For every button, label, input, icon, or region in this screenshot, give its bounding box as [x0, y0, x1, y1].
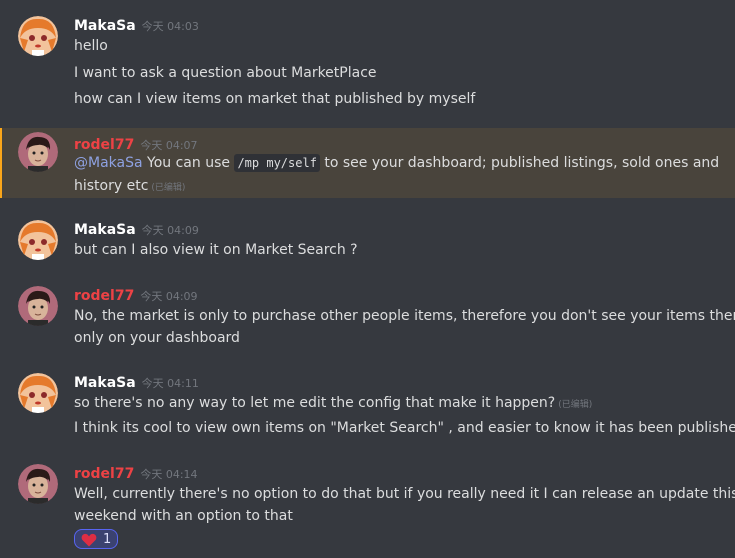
message-group: MakaSa 今天 04:11 so there's no any way to … — [0, 371, 735, 441]
message-text: I want to ask a question about MarketPla… — [74, 65, 377, 81]
message-header: MakaSa 今天 04:11 — [74, 372, 199, 392]
message-group: rodel77 今天 04:14 Well, currently there's … — [0, 462, 735, 554]
message-text: so there's no any way to let me edit the… — [74, 392, 592, 416]
timestamp: 今天 04:07 — [140, 139, 198, 152]
timestamp: 今天 04:09 — [141, 224, 199, 237]
user-mention[interactable]: @MakaSa — [74, 155, 143, 171]
username[interactable]: MakaSa — [74, 375, 136, 391]
message-text: @MakaSa You can use /mp my/self to see y… — [74, 152, 719, 174]
username[interactable]: MakaSa — [74, 222, 136, 238]
text-segment: so there's no any way to let me edit the… — [74, 395, 556, 411]
message-text: only on your dashboard — [74, 330, 240, 346]
timestamp: 今天 04:03 — [141, 20, 199, 33]
avatar-makasa[interactable] — [18, 16, 58, 56]
username[interactable]: MakaSa — [74, 18, 136, 34]
avatar-rodel77[interactable] — [18, 464, 58, 504]
message-text: No, the market is only to purchase other… — [74, 308, 735, 324]
username[interactable]: rodel77 — [74, 288, 134, 304]
edited-tag: (已编辑) — [558, 400, 593, 410]
username[interactable]: rodel77 — [74, 466, 134, 482]
text-segment: You can use — [142, 155, 235, 171]
message-group: rodel77 今天 04:09 No, the market is only t… — [0, 283, 735, 351]
inline-code: /mp my/self — [234, 154, 320, 172]
message-header: rodel77 今天 04:14 — [74, 463, 198, 483]
timestamp: 今天 04:09 — [140, 290, 198, 303]
message-header: rodel77 今天 04:09 — [74, 285, 198, 305]
message-text: I think its cool to view own items on "M… — [74, 420, 735, 436]
message-group-highlighted: rodel77 今天 04:07 @MakaSa You can use /mp … — [0, 128, 735, 198]
message-text: history etc (已编辑) — [74, 175, 185, 199]
message-header: rodel77 今天 04:07 — [74, 134, 198, 154]
message-group: MakaSa 今天 04:09 but can I also view it on… — [0, 218, 735, 266]
message-text: weekend with an option to that — [74, 508, 293, 524]
avatar-rodel77[interactable] — [18, 132, 58, 172]
reaction-button[interactable]: 1 — [74, 529, 118, 549]
avatar-rodel77[interactable] — [18, 286, 58, 326]
message-text: Well, currently there's no option to do … — [74, 486, 735, 502]
heart-icon — [81, 532, 97, 547]
avatar-makasa[interactable] — [18, 220, 58, 260]
reaction-count: 1 — [103, 531, 112, 547]
message-header: MakaSa 今天 04:09 — [74, 219, 199, 239]
timestamp: 今天 04:14 — [140, 468, 198, 481]
message-text: how can I view items on market that publ… — [74, 91, 476, 107]
message-group: MakaSa 今天 04:03 hello I want to ask a que… — [0, 12, 735, 112]
message-header: MakaSa 今天 04:03 — [74, 15, 199, 35]
message-text: hello — [74, 38, 108, 54]
message-text: but can I also view it on Market Search … — [74, 242, 358, 258]
edited-tag: (已编辑) — [151, 183, 186, 193]
timestamp: 今天 04:11 — [141, 377, 199, 390]
username[interactable]: rodel77 — [74, 137, 134, 153]
text-segment: history etc — [74, 178, 149, 194]
text-segment: to see your dashboard; published listing… — [319, 155, 720, 171]
avatar-makasa[interactable] — [18, 373, 58, 413]
